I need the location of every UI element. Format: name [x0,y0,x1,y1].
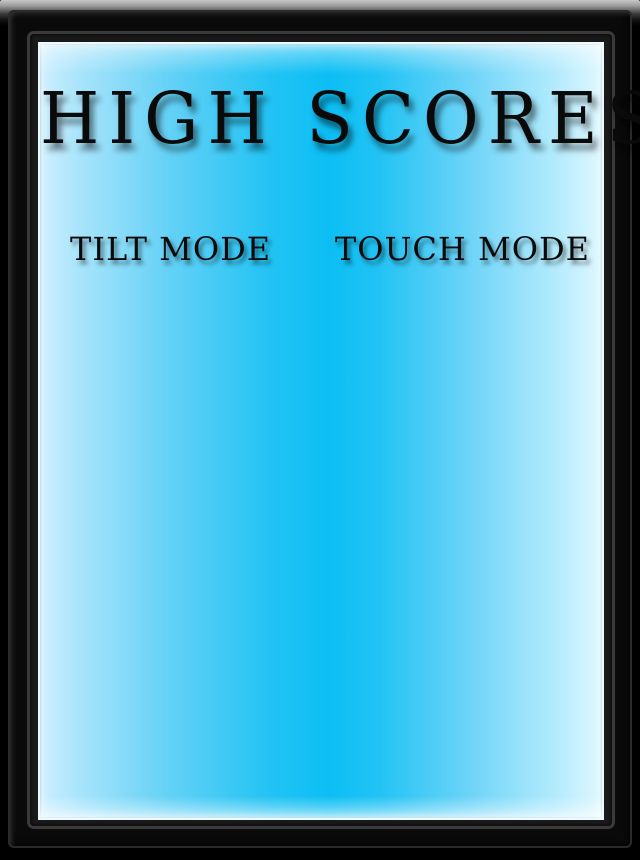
mode-tabs: TILT MODE TOUCH MODE [70,230,590,268]
page-title: HIGH SCORES [40,78,640,161]
tab-tilt-mode[interactable]: TILT MODE [70,230,271,268]
tab-touch-mode[interactable]: TOUCH MODE [335,230,590,268]
panel-bottom-sheen [40,796,602,818]
high-scores-screen: HIGH SCORES TILT MODE TOUCH MODE [0,0,640,860]
panel-top-sheen [40,44,602,74]
scores-list [70,304,576,784]
scores-panel: HIGH SCORES TILT MODE TOUCH MODE [38,42,640,820]
